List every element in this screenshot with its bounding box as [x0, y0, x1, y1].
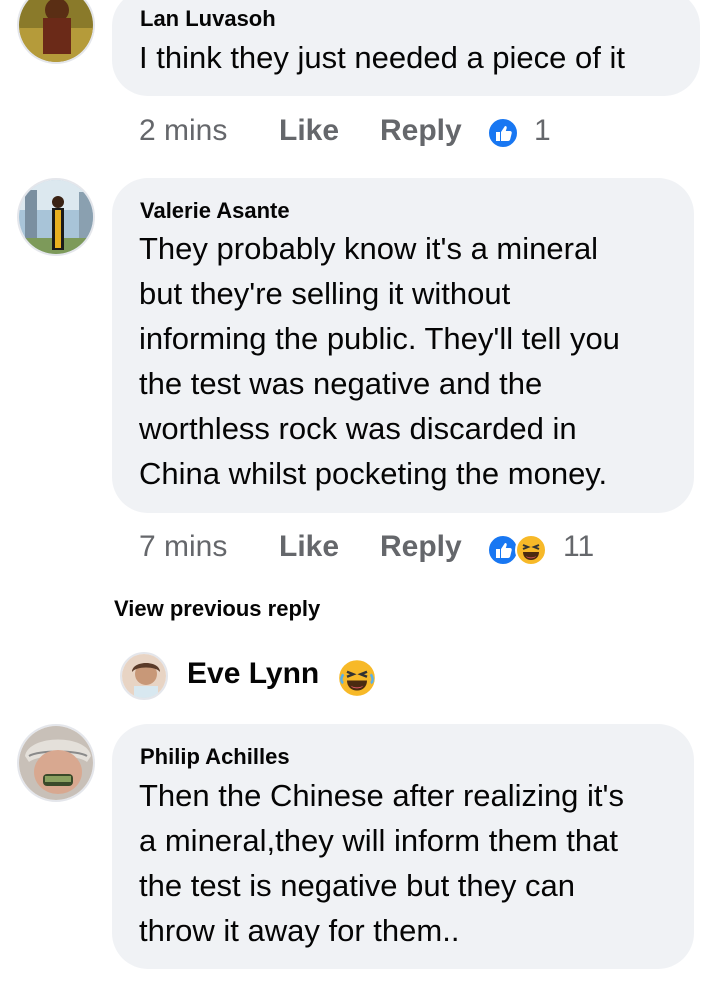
comment-text-line: throw it away for them.. — [139, 913, 460, 948]
comment-timestamp[interactable]: 2 mins — [139, 114, 227, 148]
comment-text-line: informing the public. They'll tell you — [139, 321, 620, 356]
comment-author[interactable]: Philip Achilles — [140, 744, 290, 770]
reaction-count[interactable]: 11 — [563, 530, 594, 564]
avatar[interactable] — [120, 652, 168, 700]
comment-bubble: Valerie Asante They probably know it's a… — [112, 178, 694, 513]
comment-text-line: They probably know it's a mineral — [139, 231, 599, 266]
comment-bubble: Lan Luvasoh I think they just needed a p… — [112, 0, 700, 96]
comment-timestamp[interactable]: 7 mins — [139, 530, 227, 564]
like-icon[interactable] — [487, 117, 519, 149]
comment-text-line: the test was negative and the — [139, 366, 543, 401]
avatar-photo — [19, 180, 93, 254]
comment-text-line: a mineral,they will inform them that — [139, 823, 618, 858]
comment-text-line: the test is negative but they can — [139, 868, 575, 903]
avatar-photo — [19, 0, 93, 62]
like-button[interactable]: Like — [279, 530, 339, 564]
reply-author[interactable]: Eve Lynn — [187, 657, 319, 691]
haha-icon — [337, 658, 377, 698]
avatar-photo — [122, 654, 166, 698]
avatar-photo — [19, 726, 93, 800]
haha-icon[interactable] — [515, 534, 547, 566]
like-button[interactable]: Like — [279, 114, 339, 148]
reply-button[interactable]: Reply — [380, 530, 462, 564]
comment-text-line: worthless rock was discarded in — [139, 411, 577, 446]
view-previous-reply-link[interactable]: View previous reply — [114, 596, 320, 622]
reaction-count[interactable]: 1 — [534, 114, 551, 148]
comment-text-line: China whilst pocketing the money. — [139, 456, 608, 491]
reply-button[interactable]: Reply — [380, 114, 462, 148]
comment-text-line: but they're selling it without — [139, 276, 511, 311]
comment-text-line: I think they just needed a piece of it — [139, 40, 625, 75]
avatar[interactable] — [17, 0, 95, 64]
avatar[interactable] — [17, 178, 95, 256]
comment-author[interactable]: Lan Luvasoh — [140, 6, 276, 32]
comment-author[interactable]: Valerie Asante — [140, 198, 290, 224]
comment-bubble: Philip Achilles Then the Chinese after r… — [112, 724, 694, 969]
avatar[interactable] — [17, 724, 95, 802]
comment-text-line: Then the Chinese after realizing it's — [139, 778, 624, 813]
